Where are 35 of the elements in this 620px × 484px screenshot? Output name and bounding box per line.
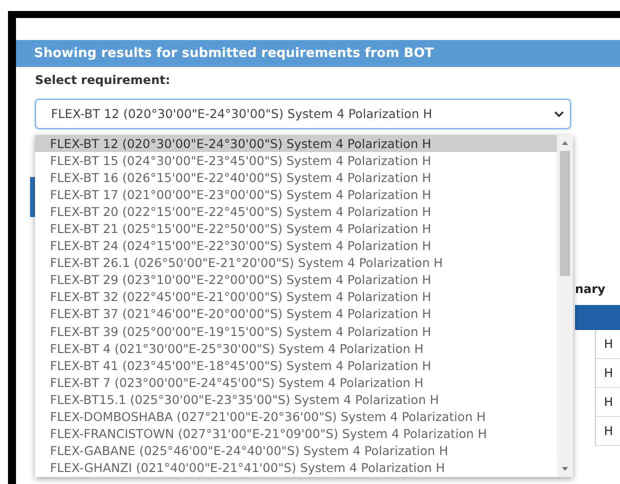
- requirement-select[interactable]: FLEX-BT 12 (020°30'00"E-24°30'00"S) System 4 Polarization H: [35, 99, 571, 129]
- dropdown-option[interactable]: FLEX-BT 20 (022°15'00"E-22°45'00"S) System 4 Polarization H: [35, 203, 557, 220]
- panel-header: Showing results for submitted requirements from BOT: [16, 40, 620, 67]
- dropdown-option[interactable]: FLEX-BT 29 (023°10'00"E-22°00'00"S) System 4 Polarization H: [35, 272, 557, 289]
- table-cell: H: [595, 330, 620, 359]
- table-cell: H: [595, 417, 620, 446]
- table-header: [575, 305, 620, 330]
- field-label: Select requirement:: [35, 73, 172, 87]
- dropdown-option[interactable]: FLEX-BT 39 (025°00'00"E-19°15'00"S) System 4 Polarization H: [35, 323, 557, 340]
- dropdown-option[interactable]: FLEX-BT 24 (024°15'00"E-22°30'00"S) System 4 Polarization H: [35, 238, 557, 255]
- table-cell: H: [595, 359, 620, 388]
- scrollbar[interactable]: [557, 135, 573, 477]
- scroll-down-icon[interactable]: [561, 466, 569, 472]
- dropdown-option[interactable]: FLEX-BT 21 (025°15'00"E-22°50'00"S) System 4 Polarization H: [35, 220, 557, 238]
- dropdown-option[interactable]: FLEX-DOMBOSHABA (027°21'00"E-20°36'00"S) System 4 Polarization H: [35, 408, 557, 426]
- dropdown-option[interactable]: FLEX-BT 7 (023°00'00"E-24°45'00"S) System 4 Polarization H: [35, 374, 557, 392]
- dropdown-option[interactable]: FLEX-BT 26.1 (026°50'00"E-21°20'00"S) System 4 Polarization H: [35, 254, 557, 272]
- dropdown-option[interactable]: FLEX-BT 17 (021°00'00"E-23°00'00"S) System 4 Polarization H: [35, 186, 557, 204]
- dropdown-option[interactable]: FLEX-BT 4 (021°30'00"E-25°30'00"S) System 4 Polarization H: [35, 340, 557, 358]
- dropdown-option[interactable]: FLEX-BT 37 (021°46'00"E-20°00'00"S) System 4 Polarization H: [35, 306, 557, 324]
- dropdown-option[interactable]: FLEX-GHANZI (021°40'00"E-21°41'00"S) System 4 Polarization H: [35, 460, 557, 477]
- chevron-icon: [554, 110, 564, 118]
- dropdown-option[interactable]: FLEX-GABANE (025°46'00"E-24°40'00"S) System 4 Polarization H: [35, 442, 557, 460]
- dropdown-option[interactable]: FLEX-BT 15 (024°30'00"E-23°45'00"S) System 4 Polarization H: [35, 152, 557, 170]
- scrollbar-thumb[interactable]: [560, 151, 570, 276]
- column-heading: nary: [575, 282, 606, 296]
- dropdown-option[interactable]: FLEX-BT 41 (023°45'00"E-18°45'00"S) System 4 Polarization H: [35, 357, 557, 374]
- scroll-up-icon[interactable]: [561, 140, 569, 146]
- dropdown-option[interactable]: FLEX-BT 16 (026°15'00"E-22°40'00"S) System 4 Polarization H: [35, 169, 557, 186]
- dropdown-option[interactable]: FLEX-BT 32 (022°45'00"E-21°00'00"S) System 4 Polarization H: [35, 288, 557, 306]
- panel-edge: [30, 177, 35, 217]
- dropdown-option[interactable]: FLEX-FRANCISTOWN (027°31'00"E-21°09'00"S) System 4 Polarization H: [35, 426, 557, 443]
- dropdown-option[interactable]: FLEX-BT15.1 (025°30'00"E-23°35'00"S) System 4 Polarization H: [35, 391, 557, 408]
- table-cell: H: [595, 388, 620, 417]
- dropdown-option[interactable]: FLEX-BT 12 (020°30'00"E-24°30'00"S) System 4 Polarization H: [35, 135, 557, 152]
